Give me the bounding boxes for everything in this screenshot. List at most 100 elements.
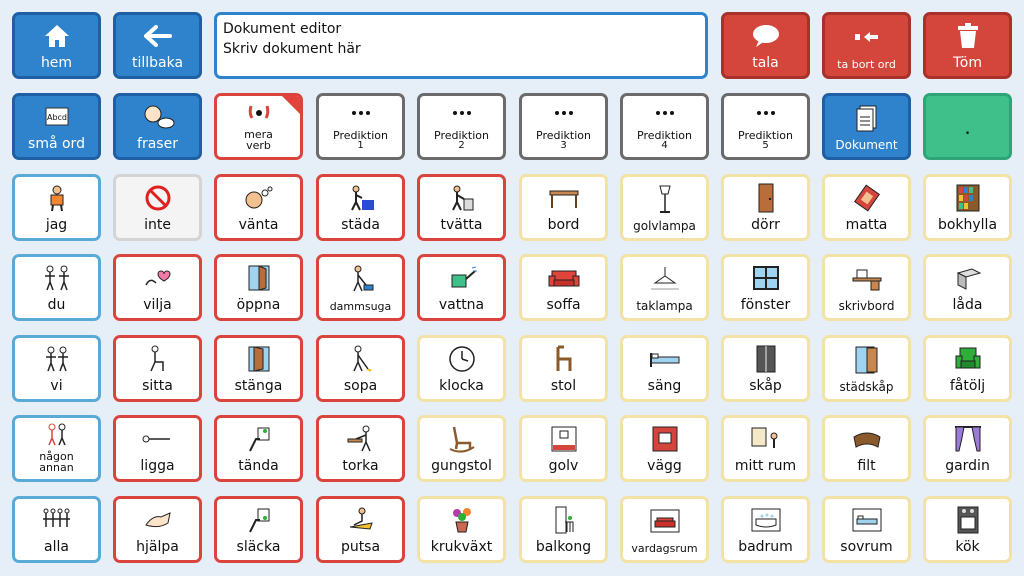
- word-label: vänta: [238, 217, 279, 233]
- prediction-2[interactable]: Prediktion 2: [417, 93, 506, 160]
- speech-bubble-icon: [752, 24, 779, 47]
- word-label: dammsuga: [329, 300, 392, 313]
- word-putsa[interactable]: putsa: [316, 496, 405, 563]
- window-icon: [752, 265, 779, 290]
- washing-icon: [451, 185, 473, 210]
- word-label: bokhylla: [937, 217, 998, 233]
- prediction-1[interactable]: Prediktion 1: [316, 93, 405, 160]
- word-vagg[interactable]: vägg: [620, 415, 709, 482]
- word-gardin[interactable]: gardin: [923, 415, 1012, 482]
- word-matta[interactable]: matta: [822, 174, 911, 241]
- word-inte[interactable]: inte: [113, 174, 202, 241]
- word-vanta[interactable]: vänta: [214, 174, 303, 241]
- word-lada[interactable]: låda: [923, 254, 1012, 321]
- phrases-button[interactable]: fraser: [113, 93, 202, 160]
- speak-button[interactable]: tala: [721, 12, 810, 79]
- document-button[interactable]: Dokument: [822, 93, 911, 160]
- back-label: tillbaka: [131, 55, 184, 71]
- word-tanda[interactable]: tända: [214, 415, 303, 482]
- word-label: säng: [647, 378, 682, 394]
- prediction-number: 5: [762, 140, 769, 151]
- word-label: klocka: [439, 378, 484, 394]
- word-kok[interactable]: kök: [923, 496, 1012, 563]
- word-soffa[interactable]: soffa: [519, 254, 608, 321]
- word-ligga[interactable]: ligga: [113, 415, 202, 482]
- word-label: sopa: [343, 378, 378, 394]
- speaking-head-icon: [144, 105, 174, 128]
- word-fonster[interactable]: fönster: [721, 254, 810, 321]
- word-sopa[interactable]: sopa: [316, 335, 405, 402]
- word-bokhylla[interactable]: bokhylla: [923, 174, 1012, 241]
- drawer-icon: [956, 267, 981, 290]
- word-sang[interactable]: säng: [620, 335, 709, 402]
- word-label: jag: [45, 217, 68, 233]
- face-icon: [248, 105, 269, 119]
- word-du[interactable]: du: [12, 254, 101, 321]
- word-tvatta[interactable]: tvätta: [417, 174, 506, 241]
- word-badrum[interactable]: badrum: [721, 496, 810, 563]
- word-skap[interactable]: skåp: [721, 335, 810, 402]
- my-room-icon: [751, 427, 777, 448]
- word-golv[interactable]: golv: [519, 415, 608, 482]
- word-mitt-rum[interactable]: mitt rum: [721, 415, 810, 482]
- floor-lamp-icon: [658, 185, 671, 213]
- word-filt[interactable]: filt: [822, 415, 911, 482]
- word-vattna[interactable]: vattna: [417, 254, 506, 321]
- delete-word-button[interactable]: ta bort ord: [822, 12, 911, 79]
- word-dammsuga[interactable]: dammsuga: [316, 254, 405, 321]
- word-fatolj[interactable]: fåtölj: [923, 335, 1012, 402]
- word-krukvaxt[interactable]: krukväxt: [417, 496, 506, 563]
- word-sovrum[interactable]: sovrum: [822, 496, 911, 563]
- clear-button[interactable]: Töm: [923, 12, 1012, 79]
- small-words-button[interactable]: Abcd små ord: [12, 93, 101, 160]
- word-label: vattna: [438, 297, 485, 313]
- word-dorr[interactable]: dörr: [721, 174, 810, 241]
- more-verbs-button[interactable]: mera verb: [214, 93, 303, 160]
- word-label: du: [47, 297, 66, 313]
- word-slacka[interactable]: släcka: [214, 496, 303, 563]
- word-gungstol[interactable]: gungstol: [417, 415, 506, 482]
- word-stanga[interactable]: stänga: [214, 335, 303, 402]
- word-stol[interactable]: stol: [519, 335, 608, 402]
- period-button[interactable]: .: [923, 93, 1012, 160]
- someone-else-icon: [47, 423, 66, 445]
- word-label: alla: [44, 539, 69, 555]
- two-people-icon: [45, 346, 68, 371]
- word-stadskap[interactable]: städskåp: [822, 335, 911, 402]
- word-label: inte: [144, 217, 171, 233]
- clock-icon: [448, 345, 475, 372]
- word-golvlampa[interactable]: golvlampa: [620, 174, 709, 241]
- word-vardagsrum[interactable]: vardagsrum: [620, 496, 709, 563]
- word-sitta[interactable]: sitta: [113, 335, 202, 402]
- word-bord[interactable]: bord: [519, 174, 608, 241]
- close-door-icon: [248, 345, 269, 372]
- word-klocka[interactable]: klocka: [417, 335, 506, 402]
- word-hjalpa[interactable]: hjälpa: [113, 496, 202, 563]
- sitting-icon: [149, 345, 164, 371]
- word-stada[interactable]: städa: [316, 174, 405, 241]
- word-alla[interactable]: alla: [12, 496, 101, 563]
- prediction-4[interactable]: Prediktion 4: [620, 93, 709, 160]
- two-people-icon: [44, 265, 69, 290]
- prediction-3[interactable]: Prediktion 3: [519, 93, 608, 160]
- armchair-icon: [955, 347, 980, 368]
- word-nagon-annan[interactable]: någon annan: [12, 415, 101, 482]
- word-balkong[interactable]: balkong: [519, 496, 608, 563]
- word-label: gungstol: [431, 458, 492, 474]
- word-jag[interactable]: jag: [12, 174, 101, 241]
- word-skrivbord[interactable]: skrivbord: [822, 254, 911, 321]
- home-icon: [44, 24, 69, 47]
- editor-text[interactable]: Skriv dokument här: [223, 39, 699, 59]
- word-vi[interactable]: vi: [12, 335, 101, 402]
- prediction-5[interactable]: Prediktion 5: [721, 93, 810, 160]
- word-vilja[interactable]: vilja: [113, 254, 202, 321]
- word-taklampa[interactable]: taklampa: [620, 254, 709, 321]
- word-oppna[interactable]: öppna: [214, 254, 303, 321]
- word-label: vilja: [143, 297, 172, 313]
- word-torka[interactable]: torka: [316, 415, 405, 482]
- home-button[interactable]: hem: [12, 12, 101, 79]
- more-verbs-label: mera verb: [244, 128, 273, 152]
- back-button[interactable]: tillbaka: [113, 12, 202, 79]
- document-editor[interactable]: Dokument editor Skriv dokument här: [214, 12, 708, 79]
- word-label: krukväxt: [430, 539, 493, 555]
